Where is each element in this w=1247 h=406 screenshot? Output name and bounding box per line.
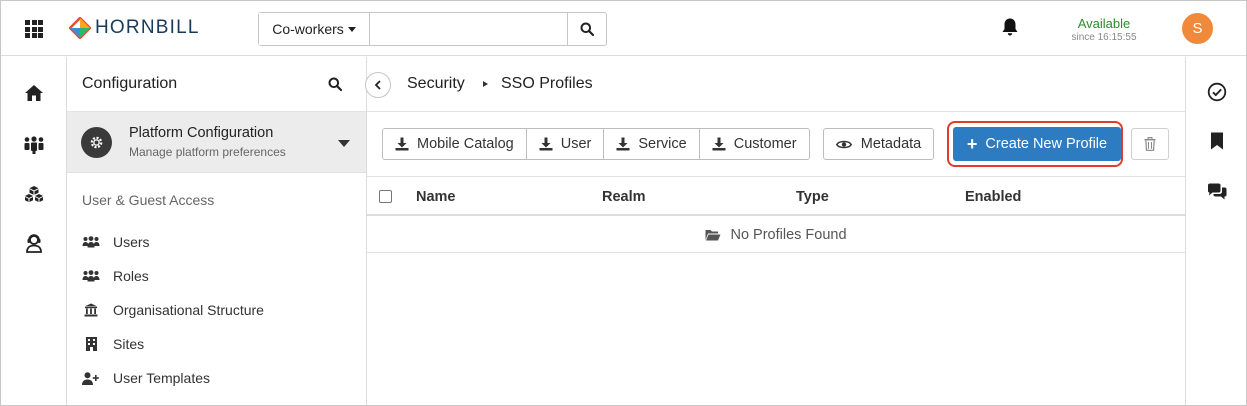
sidebar-item-label: Roles — [113, 268, 149, 284]
bank-icon — [82, 302, 100, 318]
chevron-left-icon — [374, 80, 381, 90]
column-header-enabled[interactable]: Enabled — [965, 189, 1021, 205]
global-search: Co-workers — [258, 12, 607, 46]
users-icon — [82, 234, 100, 250]
roles-icon — [82, 268, 100, 284]
create-new-profile-button[interactable]: + Create New Profile — [953, 127, 1121, 161]
user-plus-icon — [82, 370, 100, 386]
button-label: Create New Profile — [985, 136, 1108, 152]
sidebar-title: Configuration — [82, 75, 178, 92]
collapse-sidebar-button[interactable] — [365, 72, 391, 98]
download-icon — [712, 137, 726, 151]
service-download-button[interactable]: Service — [604, 129, 700, 159]
page-title: SSO Profiles — [501, 75, 593, 92]
sidebar-item-label: Organisational Structure — [113, 302, 264, 318]
empty-state-row: No Profiles Found — [367, 217, 1185, 253]
column-header-name[interactable]: Name — [416, 189, 456, 205]
search-scope-dropdown[interactable]: Co-workers — [259, 13, 370, 45]
check-circle-icon[interactable] — [1205, 80, 1229, 104]
platform-configuration-selector[interactable]: Platform Configuration Manage platform p… — [67, 112, 366, 173]
caret-down-icon — [347, 26, 356, 32]
caret-down-icon — [338, 140, 350, 147]
sidebar-item-user-templates[interactable]: User Templates — [67, 361, 366, 395]
sidebar-item-label: User Templates — [113, 370, 211, 386]
folder-open-icon — [705, 229, 721, 240]
search-input[interactable] — [370, 13, 567, 45]
mobile-catalog-button[interactable]: Mobile Catalog — [383, 129, 527, 159]
co-workers-icon[interactable] — [22, 133, 46, 157]
plus-icon: + — [966, 134, 978, 154]
search-scope-label: Co-workers — [272, 21, 344, 37]
search-icon — [580, 22, 594, 36]
sidebar-item-organisational-structure[interactable]: Organisational Structure — [67, 293, 366, 327]
building-icon — [82, 336, 100, 352]
avatar-initial: S — [1192, 20, 1203, 37]
notifications-bell-icon[interactable] — [1001, 17, 1019, 40]
button-label: Metadata — [860, 136, 922, 152]
metadata-button[interactable]: Metadata — [823, 128, 934, 160]
search-button[interactable] — [567, 13, 606, 45]
trash-icon — [1144, 137, 1156, 151]
section-header: User & Guest Access — [82, 192, 215, 208]
sidebar-search-icon[interactable] — [328, 77, 342, 91]
delete-button[interactable] — [1131, 128, 1169, 160]
button-label: Mobile Catalog — [417, 136, 514, 152]
main-content: Security SSO Profiles Mobile Catalog Use… — [365, 57, 1185, 405]
sidebar-item-users[interactable]: Users — [67, 225, 366, 259]
button-label: User — [560, 136, 592, 152]
apps-grid-icon[interactable] — [25, 20, 43, 38]
sidebar-header: Configuration — [67, 57, 366, 112]
gear-icon — [81, 126, 112, 158]
sidebar-item-sites[interactable]: Sites — [67, 327, 366, 361]
sidebar-item-label: Sites — [113, 336, 145, 352]
hornbill-logo[interactable]: HORNBILL — [69, 17, 200, 39]
right-rail — [1185, 57, 1246, 405]
sidebar-item-label: Users — [113, 234, 150, 250]
top-bar: HORNBILL Co-workers Available since 16:1… — [1, 1, 1246, 56]
empty-message: No Profiles Found — [730, 226, 847, 243]
column-header-type[interactable]: Type — [796, 189, 829, 205]
breadcrumb-security[interactable]: Security — [407, 75, 465, 93]
eye-icon — [835, 140, 852, 148]
toolbar: Mobile Catalog User Service Customer Met… — [367, 113, 1185, 177]
sidebar-item-roles[interactable]: Roles — [67, 259, 366, 293]
download-button-group: Mobile Catalog User Service Customer — [382, 128, 810, 160]
chat-bubbles-icon[interactable] — [1205, 180, 1229, 204]
select-all-checkbox[interactable] — [379, 190, 392, 203]
hornbill-logo-icon — [69, 17, 91, 39]
breadcrumb-separator-icon — [483, 81, 488, 87]
home-icon[interactable] — [22, 81, 46, 105]
button-label: Service — [638, 136, 687, 152]
bookmark-icon[interactable] — [1205, 129, 1229, 153]
platform-configuration-text: Platform Configuration Manage platform p… — [129, 125, 286, 159]
logo-text: HORNBILL — [95, 17, 200, 38]
download-icon — [539, 137, 553, 151]
download-icon — [395, 137, 409, 151]
status-since: since 16:15:55 — [1071, 32, 1137, 43]
table-header: Name Realm Type Enabled — [367, 178, 1185, 216]
platform-configuration-title: Platform Configuration — [129, 125, 274, 141]
button-label: Customer — [733, 136, 797, 152]
user-download-button[interactable]: User — [526, 129, 605, 159]
column-header-realm[interactable]: Realm — [602, 189, 646, 205]
left-nav-rail — [1, 57, 67, 405]
customer-download-button[interactable]: Customer — [699, 129, 809, 159]
service-agent-icon[interactable] — [22, 231, 46, 255]
app-window: HORNBILL Co-workers Available since 16:1… — [0, 0, 1247, 406]
breadcrumb: Security SSO Profiles — [365, 57, 1185, 112]
status-text: Available — [1077, 16, 1131, 31]
cubes-icon[interactable] — [22, 182, 46, 206]
user-avatar[interactable]: S — [1182, 13, 1213, 44]
configuration-sidebar: Configuration Platform Configuration Man… — [67, 57, 367, 405]
availability-status[interactable]: Available since 16:15:55 — [1061, 16, 1147, 43]
download-icon — [616, 137, 630, 151]
platform-configuration-subtitle: Manage platform preferences — [129, 145, 286, 159]
